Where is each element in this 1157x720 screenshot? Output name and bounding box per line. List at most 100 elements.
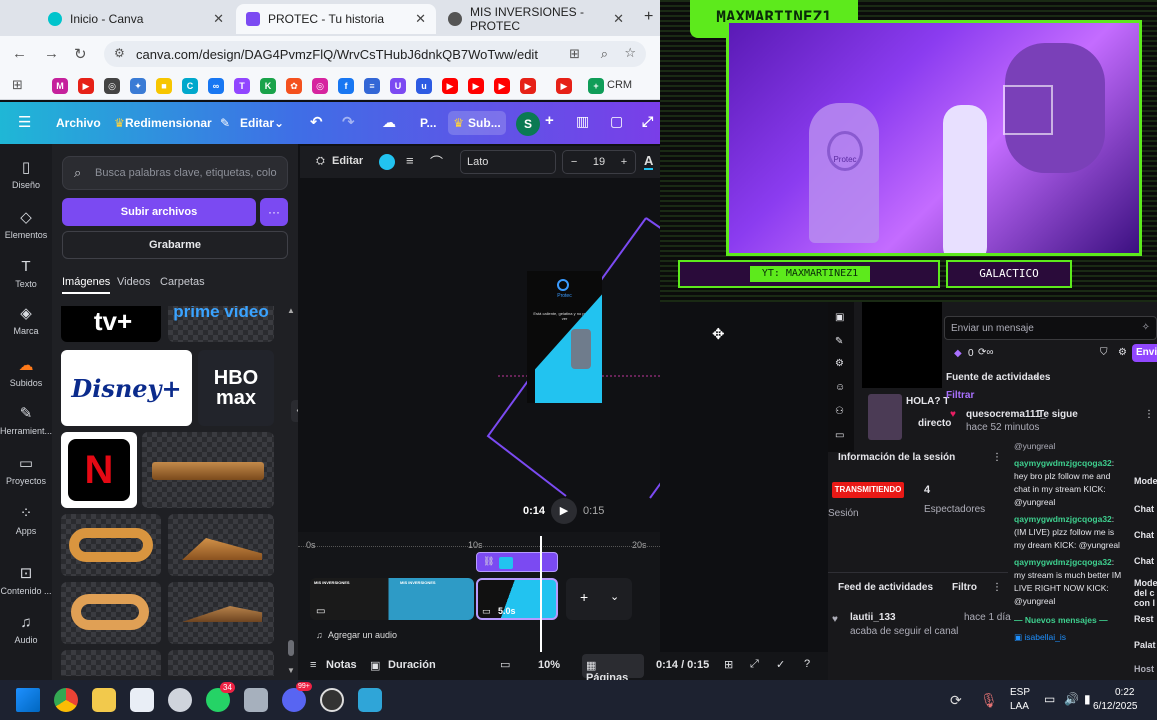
- bookmark-u2-icon[interactable]: u: [416, 78, 432, 94]
- notepad-icon[interactable]: [130, 688, 154, 712]
- feed-filter-button[interactable]: Filtro: [952, 582, 977, 593]
- chat-username[interactable]: qaymygwdmzjgcqoga32: [1014, 514, 1112, 524]
- add-icon[interactable]: +: [545, 112, 554, 129]
- rail-elementos[interactable]: ◇ Elementos: [0, 208, 52, 240]
- subscribe-button[interactable]: ♛ Sub...: [448, 111, 506, 135]
- tab-carpetas[interactable]: Carpetas: [160, 276, 205, 288]
- scroll-up-icon[interactable]: ▲: [287, 306, 295, 315]
- chat-username[interactable]: isabellai_is: [1024, 632, 1066, 642]
- duration-button[interactable]: Duración: [388, 659, 436, 671]
- add-audio-button[interactable]: Agregar un audio: [328, 630, 397, 640]
- page-preview[interactable]: Protec Está caliente, gelatina y no pued…: [527, 271, 602, 403]
- clock-date[interactable]: 6/12/2025: [1093, 701, 1138, 712]
- redimensionar-menu[interactable]: Redimensionar: [125, 116, 212, 130]
- zoom-icon[interactable]: ⌕: [601, 46, 608, 62]
- tab-videos[interactable]: Videos: [117, 276, 150, 288]
- gear-icon[interactable]: ⚙: [835, 358, 844, 369]
- bookmark-photos-icon[interactable]: ✿: [286, 78, 302, 94]
- filter-link[interactable]: Filtrar: [946, 390, 974, 401]
- bookmark-twitch-icon[interactable]: T: [234, 78, 250, 94]
- volume-icon[interactable]: 🔊: [1064, 692, 1079, 706]
- loop-icon[interactable]: ⟳∞: [978, 347, 994, 358]
- sync-icon[interactable]: ⟳: [950, 692, 962, 709]
- bookmark-youtube4-icon[interactable]: ▶: [494, 78, 510, 94]
- bookmark-yt-c-icon[interactable]: ▶: [556, 78, 572, 94]
- discord-icon[interactable]: 99+: [282, 682, 312, 712]
- bookmark-youtube3-icon[interactable]: ▶: [468, 78, 484, 94]
- more-options-button[interactable]: ···: [260, 198, 288, 226]
- close-tab-icon[interactable]: ✕: [613, 11, 624, 27]
- more-options-icon[interactable]: ⋮: [992, 452, 1002, 463]
- chat-username[interactable]: qaymygwdmzjgcqoga32: [1014, 458, 1112, 468]
- close-tab-icon[interactable]: ✕: [415, 11, 426, 27]
- curve-icon[interactable]: ⌒: [430, 152, 443, 171]
- bookmark-youtube2-icon[interactable]: ▶: [442, 78, 458, 94]
- bookmark-facebook-icon[interactable]: f: [338, 78, 354, 94]
- back-icon[interactable]: ←: [12, 45, 27, 62]
- obs-icon[interactable]: [320, 688, 344, 712]
- bookmark-chatgpt-icon[interactable]: ◎: [104, 78, 120, 94]
- rail-marca[interactable]: ◈ Marca: [0, 304, 52, 336]
- apps-grid-icon[interactable]: ⊞: [12, 77, 23, 93]
- increase-size-button[interactable]: +: [621, 156, 627, 168]
- image-thumb-apple-tv[interactable]: tv+: [61, 306, 161, 342]
- feed-user[interactable]: lautii_133: [850, 612, 896, 623]
- notepad-blue-icon[interactable]: [358, 688, 382, 712]
- archivo-menu[interactable]: Archivo: [56, 116, 101, 130]
- network-icon[interactable]: ▭: [1044, 692, 1055, 706]
- bookmark-yt-and-icon[interactable]: ▶: [520, 78, 536, 94]
- scroll-down-icon[interactable]: ▼: [287, 666, 295, 675]
- site-info-icon[interactable]: ⚙: [114, 46, 125, 60]
- bookmark-crm-icon[interactable]: +: [588, 78, 604, 94]
- clock-time[interactable]: 0:22: [1115, 687, 1134, 698]
- fullscreen-icon[interactable]: ⤢: [750, 658, 759, 671]
- image-thumb-wedge-2[interactable]: [168, 514, 274, 576]
- clip-1[interactable]: MIS INVERSIONES MIS INVERSIONES ▭: [310, 578, 474, 620]
- rail-apps[interactable]: ⁘ Apps: [0, 504, 52, 536]
- calculator-icon[interactable]: [244, 688, 268, 712]
- video-thumb[interactable]: [868, 394, 902, 440]
- language-bottom[interactable]: LAA: [1010, 701, 1029, 712]
- chat-input[interactable]: Enviar un mensaje ✧: [944, 316, 1157, 340]
- present-icon[interactable]: ▭: [500, 658, 510, 671]
- font-select[interactable]: Lato: [460, 150, 556, 174]
- forward-icon[interactable]: →: [44, 45, 59, 62]
- shield-icon[interactable]: ⛉: [1100, 347, 1108, 358]
- selected-clip-handle[interactable]: ⛓: [476, 552, 558, 572]
- follow-user[interactable]: quesocrema111_: [966, 409, 1046, 420]
- new-tab-button[interactable]: +: [644, 8, 653, 26]
- tab-mis-inversiones[interactable]: MIS INVERSIONES - PROTEC ✕: [438, 4, 634, 34]
- fullscreen-icon[interactable]: ⤢: [642, 113, 653, 130]
- text-color-button[interactable]: A: [644, 153, 654, 170]
- selection-frame[interactable]: [298, 178, 660, 508]
- bookmark-m-icon[interactable]: M: [52, 78, 68, 94]
- bookmark-youtube-icon[interactable]: ▶: [78, 78, 94, 94]
- image-thumb-wedge-3[interactable]: [168, 582, 274, 644]
- url-field[interactable]: ⚙ canva.com/design/DAG4PvmzFlQ/WrvCsTHub…: [104, 41, 646, 67]
- image-thumb-wedge-1[interactable]: [142, 432, 274, 508]
- chat-username[interactable]: qaymygwdmzjgcqoga32: [1014, 557, 1112, 567]
- color-swatch[interactable]: [379, 154, 395, 170]
- avatar[interactable]: S: [516, 112, 540, 136]
- chevron-down-icon[interactable]: ⌄: [274, 116, 284, 130]
- stream-preview[interactable]: [862, 302, 942, 388]
- chevron-down-icon[interactable]: ⌄: [1032, 370, 1040, 381]
- check-icon[interactable]: ✓: [776, 658, 785, 671]
- image-thumb-cushion[interactable]: [61, 650, 161, 676]
- zoom-level[interactable]: 10%: [538, 659, 560, 671]
- microphone-icon[interactable]: 🎙: [980, 692, 998, 709]
- start-button[interactable]: [16, 688, 40, 712]
- bookmark-keep-icon[interactable]: ■: [156, 78, 172, 94]
- bookmark-crm-label[interactable]: CRM: [607, 79, 632, 91]
- playhead[interactable]: [540, 536, 542, 652]
- decrease-size-button[interactable]: −: [571, 156, 577, 168]
- language-top[interactable]: ESP: [1010, 687, 1030, 698]
- bookmark-meta-icon[interactable]: ∞: [208, 78, 224, 94]
- tab-protec[interactable]: PROTEC - Tu historia ✕: [236, 4, 436, 34]
- play-button[interactable]: ▶: [551, 498, 577, 524]
- add-page-button[interactable]: + ⌄: [566, 578, 632, 620]
- project-name[interactable]: P...: [420, 116, 436, 130]
- rail-audio[interactable]: ♫ Audio: [0, 614, 52, 645]
- bookmark-u-icon[interactable]: U: [390, 78, 406, 94]
- grid-view-icon[interactable]: ⊞: [724, 658, 733, 671]
